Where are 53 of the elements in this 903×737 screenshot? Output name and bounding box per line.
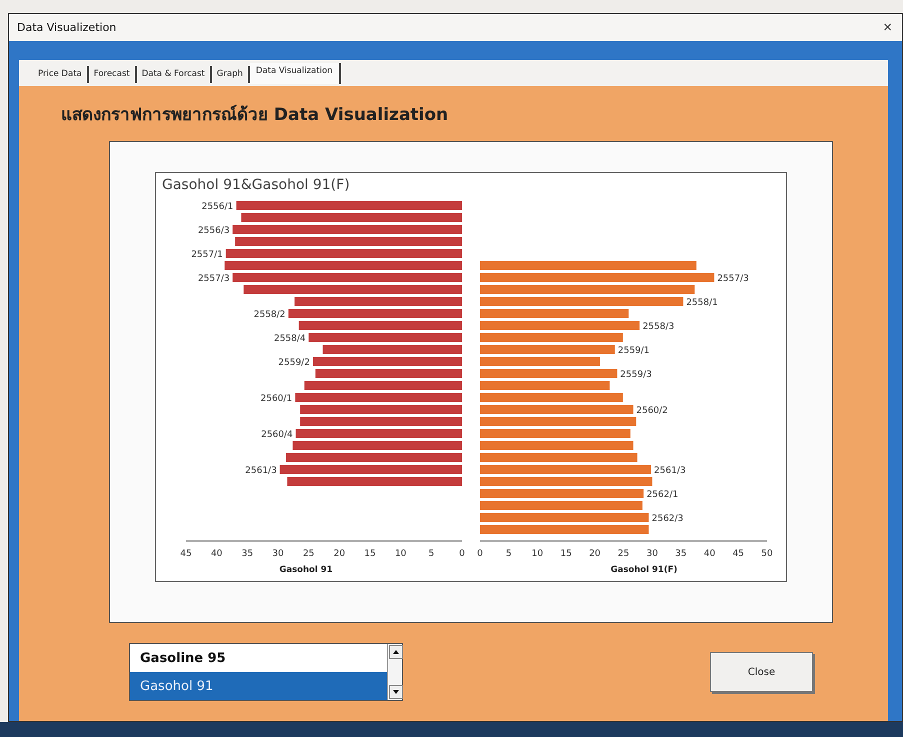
axis-tick-label: 0 [459,549,465,559]
bar-label: 2561/3 [245,466,277,476]
bar-label: 2556/1 [202,202,234,212]
window-title: Data Visualizetion [17,21,116,34]
axis-tick-label: 40 [210,549,222,559]
tab[interactable]: Forecast [88,66,137,83]
axis-tick-label: 45 [180,549,192,559]
axis-tick-label: 0 [477,549,483,559]
axis-tick-label: 35 [675,549,687,559]
bar-label: 2557/3 [717,274,749,284]
bar-label: 2562/1 [646,490,678,500]
bar-label: 2560/1 [260,394,292,404]
axis-tick-label: 25 [618,549,630,559]
bar-label: 2560/2 [636,406,668,416]
bar-label: 2558/2 [254,310,286,320]
list-item[interactable]: Gasohol 91 [130,672,387,700]
bar-label: 2560/4 [261,430,293,440]
bar-label: 2558/1 [686,298,718,308]
bar-label: 2558/4 [274,334,306,344]
bar-label: 2562/3 [652,514,684,524]
axis-tick-label: 30 [646,549,658,559]
axis-tick-label: 10 [394,549,406,559]
axis-tick-label: 20 [334,549,346,559]
bar-label: 2558/3 [642,322,674,332]
axis-tick-label: 15 [560,549,572,559]
bar-label: 2559/3 [620,370,652,380]
axis-tick-label: 15 [364,549,376,559]
scroll-up-icon[interactable] [389,645,403,659]
axis-tick-label: 5 [428,549,434,559]
axis-tick-label: 50 [761,549,773,559]
scroll-down-icon[interactable] [389,685,403,699]
tab[interactable]: Price Data [33,66,89,83]
tab[interactable]: Data Visualization [250,63,341,84]
tab[interactable]: Data & Forcast [136,66,212,83]
axis-tick-label: 5 [506,549,512,559]
axis-tick-label: 45 [732,549,744,559]
page-heading: แสดงกราฟการพยากรณ์ด้วย Data Visualization [61,104,450,127]
close-button[interactable]: Close [710,652,813,692]
bar-label: 2559/1 [618,346,650,356]
axis-title: Gasohol 91(F) [610,565,678,575]
axis-tick-label: 20 [589,549,601,559]
axis-tick-label: 40 [704,549,716,559]
bar-label: 2559/2 [278,358,310,368]
axis-tick-label: 30 [272,549,284,559]
bar-label: 2557/3 [198,274,230,284]
axis-tick-label: 35 [242,549,254,559]
bar-label: 2556/3 [198,226,230,236]
bar-label: 2557/1 [191,250,223,260]
axis-tick-label: 10 [532,549,544,559]
axis-tick-label: 25 [302,549,314,559]
axis-title: Gasohol 91 [279,565,333,575]
chart-title: Gasohol 91&Gasohol 91(F) [161,176,351,195]
bar-label: 2561/3 [654,466,686,476]
